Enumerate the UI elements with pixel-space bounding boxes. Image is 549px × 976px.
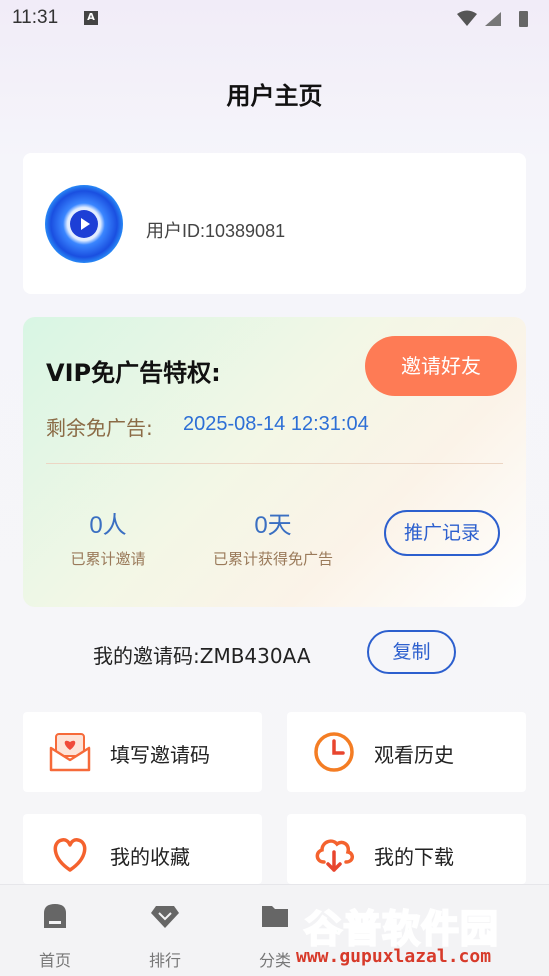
watermark: 谷普软件园 www.gupuxlazal.com [296, 896, 549, 976]
menu-label: 我的下载 [374, 845, 454, 869]
user-id: 用户ID:10389081 [146, 221, 286, 241]
nav-home[interactable]: 首页 [20, 901, 90, 971]
clock-icon [314, 732, 354, 772]
avatar[interactable] [45, 185, 123, 263]
cloud-download-icon [315, 839, 354, 872]
stat-adfree-days: 0天 已累计获得免广告 [203, 505, 343, 569]
promotion-record-button[interactable]: 推广记录 [384, 510, 500, 556]
stat-invited-value: 0人 [89, 512, 127, 539]
home-icon [44, 904, 66, 928]
menu-watch-history[interactable]: 观看历史 [287, 712, 526, 792]
menu-label: 填写邀请码 [110, 743, 210, 767]
nav-label: 首页 [38, 951, 71, 970]
status-bar: 11:31 A [0, 0, 549, 38]
battery-icon [519, 11, 528, 27]
folder-icon [262, 906, 288, 927]
envelope-heart-icon [49, 733, 91, 772]
cell-signal-icon [485, 12, 501, 26]
heart-icon [53, 838, 87, 872]
nav-ranking[interactable]: 排行 [130, 901, 200, 971]
invite-code-row: 我的邀请码:ZMB430AA 复制 [0, 630, 549, 674]
stat-adfree-label: 已累计获得免广告 [212, 550, 333, 568]
user-card: 用户ID:10389081 [23, 153, 526, 294]
remain-label: 剩余免广告: [46, 416, 153, 440]
notification-icon: A [84, 11, 98, 25]
menu-enter-invite-code[interactable]: 填写邀请码 [23, 712, 262, 792]
invite-friends-button[interactable]: 邀请好友 [365, 336, 517, 396]
vip-title: VIP免广告特权: [46, 359, 221, 387]
divider [46, 463, 503, 464]
menu-label: 我的收藏 [110, 845, 190, 869]
stat-invited-label: 已累计邀请 [70, 550, 146, 568]
wifi-icon [457, 10, 477, 26]
watermark-logo: 谷普软件园 [303, 906, 500, 952]
menu-downloads[interactable]: 我的下载 [287, 814, 526, 884]
copy-button[interactable]: 复制 [367, 630, 456, 674]
diamond-icon [151, 906, 179, 928]
signal-battery-icons [457, 10, 528, 27]
stat-adfree-value: 0天 [254, 512, 292, 539]
watermark-url: www.gupuxlazal.com [296, 946, 492, 967]
play-icon [70, 210, 98, 238]
nav-label: 排行 [148, 951, 181, 970]
invite-code-text: 我的邀请码:ZMB430AA [93, 644, 311, 668]
stat-invited: 0人 已累计邀请 [53, 505, 163, 569]
status-time: 11:31 [12, 7, 59, 28]
remain-value: 2025-08-14 12:31:04 [183, 413, 369, 435]
page-title: 用户主页 [226, 82, 323, 110]
vip-card: VIP免广告特权: 邀请好友 剩余免广告: 2025-08-14 12:31:0… [23, 317, 526, 607]
menu-favorites[interactable]: 我的收藏 [23, 814, 262, 884]
menu-label: 观看历史 [374, 743, 454, 767]
